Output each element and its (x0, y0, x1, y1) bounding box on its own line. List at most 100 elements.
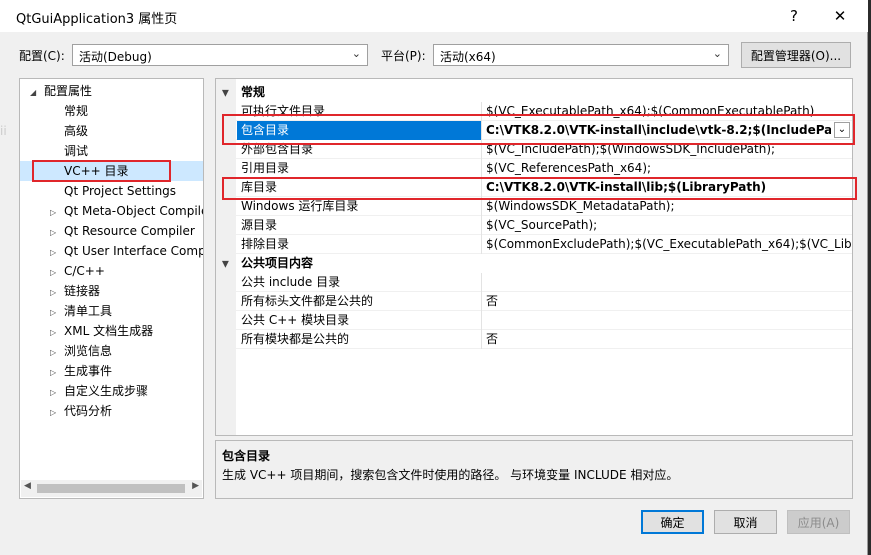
grid-category[interactable]: ▲ 公共项目内容 (216, 254, 852, 273)
property-pages-dialog: QtGuiApplication3 属性页 ? ✕ 配置(C): 活动(Debu… (0, 0, 868, 555)
tree-item-label: 调试 (64, 144, 89, 158)
tree-item-label: 链接器 (64, 284, 101, 298)
tree-item[interactable]: 高级 (50, 121, 88, 141)
collapsed-triangle-icon: ▷ (50, 208, 57, 217)
property-row[interactable]: 源目录 $(VC_SourcePath); (216, 216, 852, 235)
tree-item[interactable]: ▷ Qt User Interface Comp (50, 241, 204, 261)
window-title: QtGuiApplication3 属性页 (16, 12, 178, 27)
grid-category-label: 公共项目内容 (241, 256, 314, 270)
collapse-triangle-icon: ▲ (222, 88, 229, 98)
close-icon: ✕ (833, 7, 847, 25)
tree-item-label: 浏览信息 (64, 344, 113, 358)
property-name: 公共 C++ 模块目录 (241, 313, 350, 327)
cancel-button[interactable]: 取消 (714, 510, 777, 534)
platform-label: 平台(P): (381, 49, 426, 63)
collapsed-triangle-icon: ▷ (50, 348, 57, 357)
tree-item[interactable]: ▷ Qt Resource Compiler (50, 221, 195, 241)
property-value: 否 (486, 332, 499, 346)
collapsed-triangle-icon: ▷ (50, 288, 57, 297)
tree-item[interactable]: 调试 (50, 141, 88, 161)
property-value: $(VC_SourcePath); (486, 218, 598, 232)
collapsed-triangle-icon: ▷ (50, 408, 57, 417)
property-name: 排除目录 (241, 237, 290, 251)
tree-item[interactable]: ▷ 生成事件 (50, 361, 112, 381)
config-combo[interactable]: 活动(Debug) ⌄ (72, 44, 368, 66)
collapsed-triangle-icon: ▷ (50, 368, 57, 377)
tree-item-label: 代码分析 (64, 404, 113, 418)
platform-value: 活动(x64) (440, 50, 496, 64)
description-panel: 包含目录 生成 VC++ 项目期间，搜索包含文件时使用的路径。 与环境变量 IN… (215, 440, 853, 499)
tree-item[interactable]: ▷ C/C++ (50, 261, 105, 281)
tree-item[interactable]: ▷ 自定义生成步骤 (50, 381, 148, 401)
red-highlight-include-dirs (222, 114, 855, 145)
config-manager-button[interactable]: 配置管理器(O)... (741, 42, 851, 68)
tree-item[interactable]: ▷ XML 文档生成器 (50, 321, 153, 341)
collapsed-triangle-icon: ▷ (50, 248, 57, 257)
column-separator (481, 311, 482, 330)
category-tree: ◢ 配置属性 常规 高级 调试 VC++ 目录 Qt Project Settings ▷ Q… (19, 78, 204, 499)
tree-item-label: XML 文档生成器 (64, 324, 154, 338)
column-separator (481, 330, 482, 349)
column-separator (481, 292, 482, 311)
background-editor-fragment: ii (0, 124, 7, 138)
chevron-down-icon: ⌄ (351, 47, 361, 60)
column-separator (481, 159, 482, 178)
tree-item-label: Qt Project Settings (64, 184, 177, 198)
tree-item-label: 高级 (64, 124, 89, 138)
scroll-right-icon[interactable]: ▶ (192, 481, 199, 491)
tree-item-label: 清单工具 (64, 304, 113, 318)
platform-combo[interactable]: 活动(x64) ⌄ (433, 44, 729, 66)
property-row[interactable]: 排除目录 $(CommonExcludePath);$(VC_Executable… (216, 235, 852, 254)
property-row[interactable]: 引用目录 $(VC_ReferencesPath_x64); (216, 159, 852, 178)
description-title: 包含目录 (222, 449, 271, 463)
expanded-triangle-icon: ◢ (30, 88, 37, 97)
tree-item-label: 常规 (64, 104, 89, 118)
property-value: $(CommonExcludePath);$(VC_ExecutablePath… (486, 237, 853, 251)
tree-item-label: Qt User Interface Comp (64, 244, 204, 258)
tree-horizontal-scrollbar[interactable]: ◀ ▶ (21, 480, 202, 497)
grid-category[interactable]: ▲ 常规 (216, 83, 852, 102)
column-separator (481, 235, 482, 254)
tree-item[interactable]: ▷ 链接器 (50, 281, 100, 301)
property-row[interactable]: 所有模块都是公共的 否 (216, 330, 852, 349)
tree-root-label: 配置属性 (44, 84, 93, 98)
scrollbar-thumb[interactable] (37, 484, 185, 493)
red-highlight-library-dirs (222, 177, 857, 200)
tree-item[interactable]: ▷ 浏览信息 (50, 341, 112, 361)
tree-item-label: 生成事件 (64, 364, 113, 378)
collapsed-triangle-icon: ▷ (50, 388, 57, 397)
property-value: 否 (486, 294, 499, 308)
collapse-triangle-icon: ▲ (222, 259, 229, 269)
property-name: 所有模块都是公共的 (241, 332, 350, 346)
property-row[interactable]: 公共 C++ 模块目录 (216, 311, 852, 330)
ok-button[interactable]: 确定 (641, 510, 704, 534)
title-bar: QtGuiApplication3 属性页 ? ✕ (0, 0, 868, 32)
tree-item-label: 自定义生成步骤 (64, 384, 149, 398)
property-value: $(VC_ReferencesPath_x64); (486, 161, 652, 175)
collapsed-triangle-icon: ▷ (50, 268, 57, 277)
close-button[interactable]: ✕ (822, 4, 858, 28)
property-name: 源目录 (241, 218, 278, 232)
collapsed-triangle-icon: ▷ (50, 328, 57, 337)
help-icon: ? (790, 7, 798, 25)
property-name: 所有标头文件都是公共的 (241, 294, 374, 308)
tree-item[interactable]: ▷ Qt Meta-Object Compile (50, 201, 203, 221)
tree-item[interactable]: ▷ 代码分析 (50, 401, 112, 421)
tree-item-label: Qt Resource Compiler (64, 224, 195, 238)
property-row[interactable]: 所有标头文件都是公共的 否 (216, 292, 852, 311)
property-name: 公共 include 目录 (241, 275, 341, 289)
help-button[interactable]: ? (776, 4, 812, 28)
tree-item[interactable]: ▷ 清单工具 (50, 301, 112, 321)
chevron-down-icon: ⌄ (712, 47, 722, 60)
description-text: 生成 VC++ 项目期间，搜索包含文件时使用的路径。 与环境变量 INCLUDE… (222, 468, 679, 482)
tree-root[interactable]: ◢ 配置属性 (30, 81, 92, 101)
tree-item[interactable]: 常规 (50, 101, 88, 121)
config-value: 活动(Debug) (79, 50, 152, 64)
tree-item[interactable]: Qt Project Settings (50, 181, 176, 201)
scroll-left-icon[interactable]: ◀ (24, 481, 31, 491)
property-row[interactable]: 公共 include 目录 (216, 273, 852, 292)
red-highlight-vc-dirs (32, 160, 171, 182)
column-separator (481, 216, 482, 235)
tree-item-label: C/C++ (64, 264, 105, 278)
apply-button[interactable]: 应用(A) (787, 510, 850, 534)
